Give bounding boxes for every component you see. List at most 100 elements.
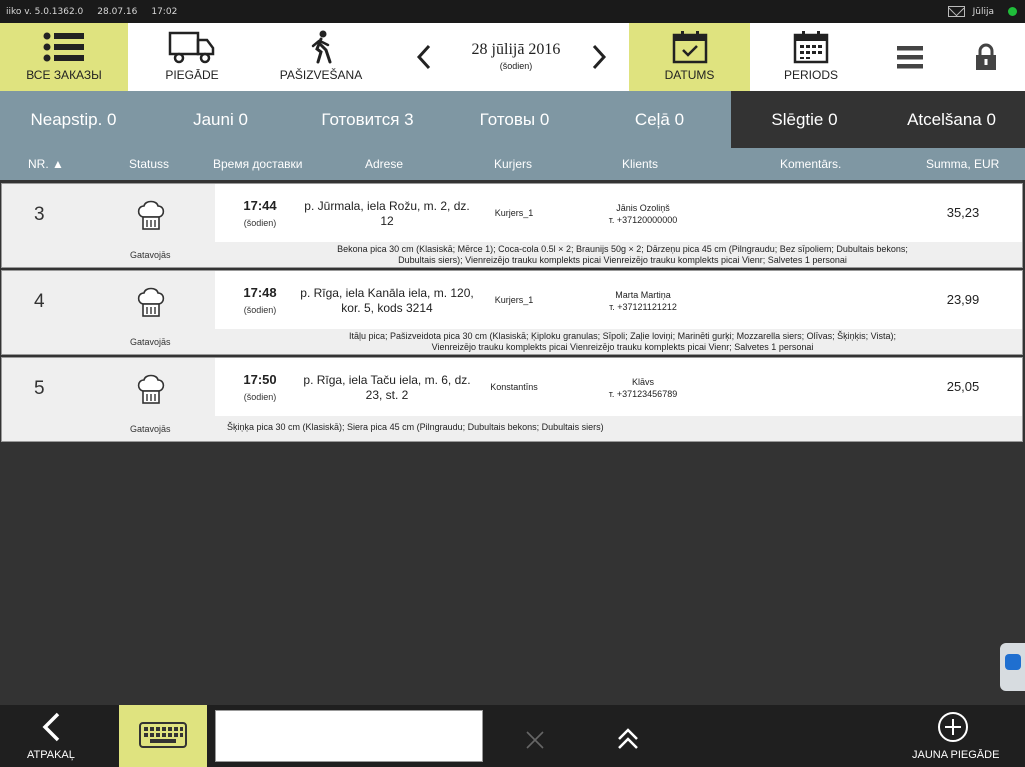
- column-header-sum[interactable]: Summa, EUR: [926, 157, 999, 171]
- datums-button[interactable]: DATUMS: [629, 23, 750, 91]
- calendar-check-icon: [672, 31, 707, 64]
- client-phone: т. +37120000000: [608, 215, 678, 225]
- prev-day-button[interactable]: [404, 23, 444, 91]
- scroll-top-button[interactable]: [612, 723, 644, 755]
- order-address: p. Jūrmala, iela Rožu, m. 2, dz. 12: [304, 199, 470, 228]
- status-date: 28.07.16: [97, 6, 138, 17]
- order-items-line: Dubultais siers); Vienreizējo trauku kom…: [398, 255, 847, 265]
- order-items-line: Itāļu pica; Pašizveidota pica 30 cm (Kla…: [348, 331, 897, 341]
- clear-search-button[interactable]: [520, 725, 550, 755]
- delivery-time: 17:48 (šodien): [222, 285, 298, 315]
- periods-button[interactable]: PERIODS: [750, 23, 872, 91]
- chevron-right-icon: [592, 44, 607, 70]
- truck-icon: [168, 31, 215, 64]
- double-chevron-up-icon: [618, 728, 638, 749]
- keyboard-button[interactable]: [119, 705, 207, 767]
- tab-on-the-way[interactable]: Ceļā 0: [588, 91, 731, 148]
- walking-person-icon: [311, 30, 332, 64]
- search-input[interactable]: [215, 710, 483, 762]
- selected-date: 28 jūlijā 2016: [471, 41, 561, 58]
- datums-label: DATUMS: [664, 68, 715, 82]
- order-items: Bekona pica 30 cm (Klasiskā; Mērce 1); C…: [215, 242, 1022, 267]
- order-courier: Kurjers_1: [494, 295, 534, 305]
- new-delivery-button[interactable]: JAUNA PIEGĀDE: [900, 705, 1012, 767]
- delivery-time-value: 17:50: [243, 372, 277, 387]
- sort-asc-icon: ▲: [52, 157, 64, 171]
- all-orders-button[interactable]: ВСЕ ЗАКАЗЫ: [0, 23, 128, 91]
- delivery-time: 17:50 (šodien): [222, 372, 298, 402]
- new-delivery-label: JAUNA PIEGĀDE: [912, 749, 1000, 761]
- list-icon: [43, 32, 84, 62]
- column-nr-label: NR.: [28, 157, 49, 171]
- delivery-day: (šodien): [243, 392, 277, 402]
- delivery-time-value: 17:48: [243, 285, 277, 300]
- order-row[interactable]: 4 Gatavojās 17:48 (šodien) p. Rīga, iela…: [1, 270, 1023, 355]
- order-items: Itāļu pica; Pašizveidota pica 30 cm (Kla…: [215, 329, 1022, 354]
- order-client: Klāvs т. +37123456789: [590, 376, 696, 400]
- order-address: p. Rīga, iela Kanāla iela, m. 120, kor. …: [300, 286, 474, 315]
- client-name: Marta Martiņa: [615, 290, 671, 300]
- lock-icon: [976, 43, 996, 70]
- tab-ready[interactable]: Готовы 0: [441, 91, 588, 148]
- status-time: 17:02: [151, 6, 178, 17]
- chef-hat-icon: [137, 374, 165, 404]
- keyboard-icon: [139, 722, 187, 748]
- order-courier: Kurjers_1: [494, 208, 534, 218]
- online-status-icon: [1008, 7, 1017, 16]
- tab-new[interactable]: Jauni 0: [147, 91, 294, 148]
- tab-cooking[interactable]: Готовится 3: [294, 91, 441, 148]
- pickup-label: PAŠIZVEŠANA: [279, 68, 363, 82]
- tab-closed[interactable]: Slēgtie 0: [731, 91, 878, 148]
- client-phone: т. +37123456789: [608, 389, 678, 399]
- order-number: 4: [34, 291, 45, 312]
- order-number: 5: [34, 378, 45, 399]
- chevron-left-icon: [42, 712, 60, 742]
- chef-hat-icon: [137, 200, 165, 230]
- column-header-courier[interactable]: Kurjers: [494, 157, 532, 171]
- delivery-label: PIEGĀDE: [165, 68, 219, 82]
- column-header-comment[interactable]: Komentārs.: [780, 157, 841, 171]
- order-client: Jānis Ozoliņš т. +37120000000: [590, 202, 696, 226]
- delivery-day: (šodien): [243, 218, 277, 228]
- calendar-grid-icon: [793, 31, 829, 64]
- tab-unconfirmed[interactable]: Neapstip. 0: [0, 91, 147, 148]
- pickup-button[interactable]: PAŠIZVEŠANA: [256, 23, 386, 91]
- tab-cancelled[interactable]: Atcelšana 0: [878, 91, 1025, 148]
- system-status-bar: iiko v. 5.0.1362.0 28.07.16 17:02 Jūlija: [0, 0, 1025, 23]
- client-name: Jānis Ozoliņš: [616, 203, 670, 213]
- back-button[interactable]: ATPAKAĻ: [0, 705, 100, 767]
- delivery-time: 17:44 (šodien): [222, 198, 298, 228]
- order-items: Šķiņķa pica 30 cm (Klasiskā); Siera pica…: [215, 416, 1022, 441]
- bottom-bar: ATPAKAĻ JAUNA PIEGĀDE: [0, 705, 1025, 767]
- remote-support-icon: [1005, 654, 1021, 670]
- plus-circle-icon: [938, 712, 968, 742]
- chevron-left-icon: [416, 44, 431, 70]
- order-status: Gatavojās: [130, 424, 171, 434]
- column-header-address[interactable]: Adrese: [365, 157, 403, 171]
- order-status: Gatavojās: [130, 250, 171, 260]
- column-header-client[interactable]: Klients: [622, 157, 658, 171]
- menu-button[interactable]: [890, 23, 930, 91]
- order-address: p. Rīga, iela Taču iela, m. 6, dz. 23, s…: [303, 373, 471, 402]
- orders-table-header: NR. ▲ Statuss Время доставки Adrese Kurj…: [0, 148, 1025, 180]
- column-header-delivery-time[interactable]: Время доставки: [213, 157, 302, 171]
- main-toolbar: ВСЕ ЗАКАЗЫ PIEGĀDE PAŠIZVEŠANA 28 jūlijā…: [0, 23, 1025, 91]
- close-icon: [526, 731, 544, 749]
- order-number: 3: [34, 204, 45, 225]
- chef-hat-icon: [137, 287, 165, 317]
- column-header-status[interactable]: Statuss: [129, 157, 169, 171]
- all-orders-label: ВСЕ ЗАКАЗЫ: [26, 68, 102, 82]
- remote-support-tab[interactable]: [1000, 643, 1025, 691]
- order-client: Marta Martiņa т. +37121121212: [590, 289, 696, 313]
- mail-icon[interactable]: [947, 6, 965, 17]
- order-row[interactable]: 3 Gatavojās 17:44 (šodien) p. Jūrmala, i…: [1, 183, 1023, 268]
- delivery-time-value: 17:44: [243, 198, 277, 213]
- column-header-nr[interactable]: NR. ▲: [28, 157, 64, 171]
- lock-button[interactable]: [966, 23, 1006, 91]
- client-phone: т. +37121121212: [609, 302, 677, 312]
- delivery-button[interactable]: PIEGĀDE: [128, 23, 256, 91]
- next-day-button[interactable]: [579, 23, 619, 91]
- delivery-day: (šodien): [243, 305, 277, 315]
- order-row[interactable]: 5 Gatavojās 17:50 (šodien) p. Rīga, iela…: [1, 357, 1023, 442]
- order-status-tabs: Neapstip. 0 Jauni 0 Готовится 3 Готовы 0…: [0, 91, 1025, 148]
